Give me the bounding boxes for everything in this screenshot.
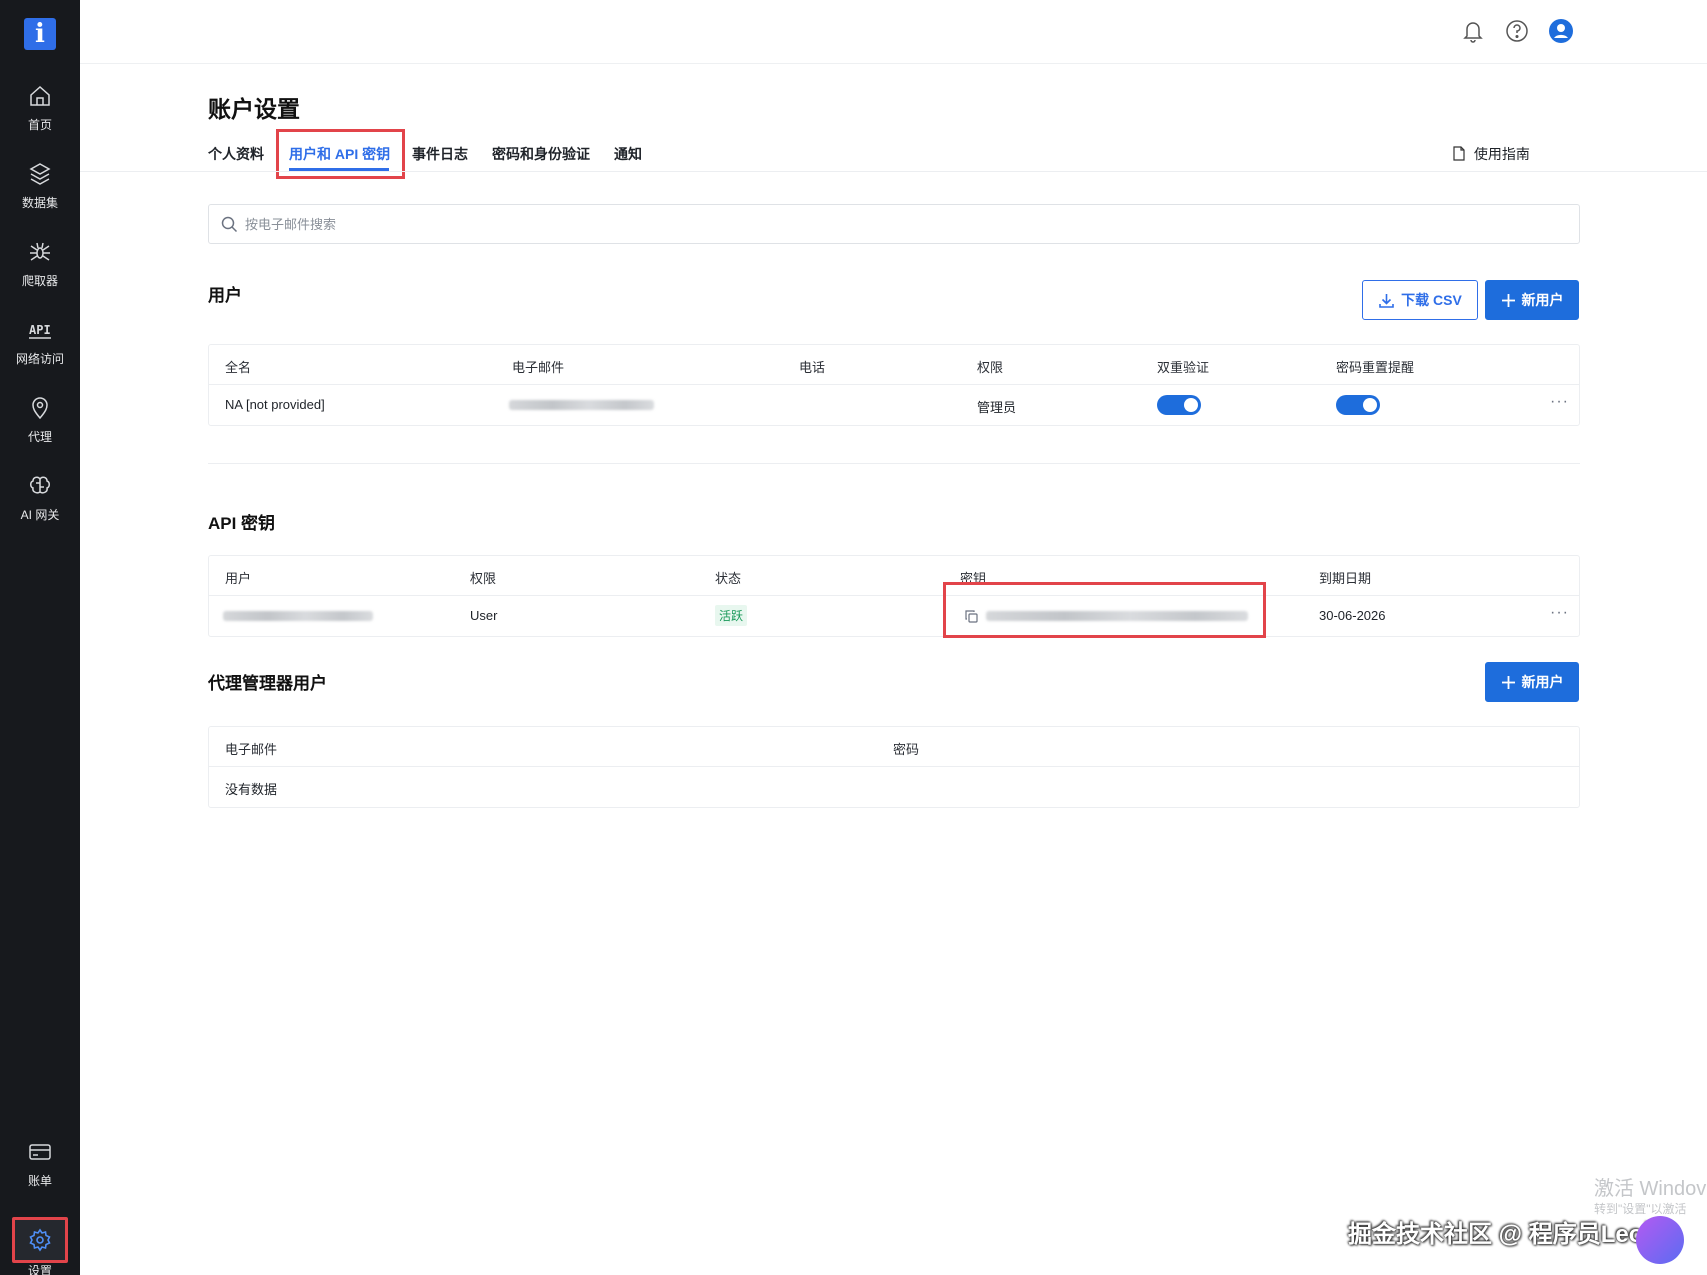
api-keys-section-title: API 密钥 bbox=[208, 514, 276, 533]
user-permission: 管理员 bbox=[977, 400, 1017, 415]
column-header: 电话 bbox=[799, 360, 826, 375]
search-icon bbox=[221, 216, 238, 233]
api-keys-table: 用户 权限 状态 密钥 到期日期 User 活跃 30-06-2026 ··· bbox=[208, 555, 1580, 637]
download-csv-label: 下载 CSV bbox=[1401, 292, 1462, 308]
proxy-users-table: 电子邮件 密码 没有数据 bbox=[208, 726, 1580, 808]
help-icon[interactable] bbox=[1504, 18, 1530, 44]
sidebar-item-home[interactable]: 首页 bbox=[0, 84, 80, 154]
two-factor-toggle[interactable] bbox=[1157, 395, 1201, 415]
column-header: 电子邮件 bbox=[225, 742, 278, 757]
sidebar-item-label: 爬取器 bbox=[21, 274, 58, 288]
tab-users-api-keys[interactable]: 用户和 API 密钥 bbox=[289, 144, 390, 164]
new-user-label: 新用户 bbox=[1521, 674, 1564, 690]
plus-icon bbox=[1501, 293, 1515, 307]
sidebar-item-label: 网络访问 bbox=[15, 352, 64, 366]
download-icon bbox=[1379, 293, 1394, 308]
guide-label: 使用指南 bbox=[1473, 146, 1530, 162]
location-pin-icon bbox=[32, 397, 48, 420]
bell-icon[interactable] bbox=[1460, 18, 1486, 44]
status-badge: 活跃 bbox=[715, 605, 748, 626]
api-icon: API bbox=[29, 323, 51, 339]
table-row: 没有数据 bbox=[209, 767, 1579, 807]
spider-icon bbox=[30, 242, 50, 261]
sidebar-item-ai-gateway[interactable]: AI 网关 bbox=[0, 474, 80, 544]
sidebar-item-label: AI 网关 bbox=[20, 508, 60, 522]
new-proxy-user-button[interactable]: 新用户 bbox=[1485, 662, 1579, 702]
user-avatar-icon[interactable] bbox=[1548, 18, 1574, 44]
tab-password-auth[interactable]: 密码和身份验证 bbox=[492, 144, 590, 164]
chat-assistant-icon[interactable] bbox=[1636, 1216, 1684, 1264]
document-icon bbox=[1453, 146, 1465, 161]
new-user-button[interactable]: 新用户 bbox=[1485, 280, 1579, 320]
sidebar: i 首页 数据集 爬取器 API 网络访问 代理 AI 网关 账单 设置 bbox=[0, 0, 80, 1275]
proxy-users-section-title: 代理管理器用户 bbox=[208, 674, 327, 693]
column-header: 密钥 bbox=[960, 571, 987, 586]
sidebar-item-label: 数据集 bbox=[21, 196, 58, 210]
column-header: 全名 bbox=[225, 360, 252, 375]
sidebar-item-billing[interactable]: 账单 bbox=[0, 1140, 80, 1210]
column-header: 电子邮件 bbox=[512, 360, 565, 375]
table-row: User 活跃 30-06-2026 ··· bbox=[209, 596, 1579, 636]
brain-icon bbox=[30, 476, 50, 494]
tab-profile[interactable]: 个人资料 bbox=[208, 144, 264, 164]
logo-icon[interactable]: i bbox=[24, 18, 56, 50]
sidebar-item-label: 设置 bbox=[27, 1264, 52, 1275]
sidebar-item-datasets[interactable]: 数据集 bbox=[0, 162, 80, 232]
column-header: 双重验证 bbox=[1157, 360, 1210, 375]
source-credit: 掘金技术社区 @ 程序员Leo说 bbox=[1348, 1221, 1668, 1248]
credit-card-icon bbox=[29, 1144, 51, 1160]
column-header: 到期日期 bbox=[1319, 571, 1372, 586]
gear-icon bbox=[29, 1228, 51, 1252]
guide-link[interactable]: 使用指南 bbox=[1452, 144, 1530, 164]
sidebar-item-scrapers[interactable]: 爬取器 bbox=[0, 240, 80, 310]
tab-event-log[interactable]: 事件日志 bbox=[412, 144, 468, 164]
table-header-row: 电子邮件 密码 bbox=[209, 727, 1579, 767]
sidebar-item-web-access[interactable]: API 网络访问 bbox=[0, 318, 80, 388]
column-header: 用户 bbox=[225, 571, 252, 586]
sidebar-item-proxy[interactable]: 代理 bbox=[0, 396, 80, 466]
search-box bbox=[208, 204, 1580, 244]
more-actions-icon[interactable]: ··· bbox=[1550, 604, 1569, 622]
download-csv-button[interactable]: 下载 CSV bbox=[1362, 280, 1478, 320]
redacted-user bbox=[223, 611, 373, 621]
table-header-row: 用户 权限 状态 密钥 到期日期 bbox=[209, 556, 1579, 596]
more-actions-icon[interactable]: ··· bbox=[1550, 393, 1569, 411]
search-input[interactable] bbox=[245, 213, 1545, 235]
sidebar-item-settings[interactable] bbox=[12, 1217, 68, 1263]
divider bbox=[80, 171, 1707, 172]
sidebar-item-label: 首页 bbox=[27, 118, 52, 132]
empty-state-text: 没有数据 bbox=[225, 782, 278, 797]
user-full-name: NA [not provided] bbox=[225, 397, 325, 412]
column-header: 密码重置提醒 bbox=[1336, 360, 1415, 375]
column-header: 权限 bbox=[470, 571, 497, 586]
top-bar bbox=[80, 0, 1707, 64]
password-reminder-toggle[interactable] bbox=[1336, 395, 1380, 415]
api-key-expiry-date: 30-06-2026 bbox=[1319, 608, 1386, 623]
column-header: 状态 bbox=[715, 571, 742, 586]
table-header-row: 全名 电子邮件 电话 权限 双重验证 密码重置提醒 bbox=[209, 345, 1579, 385]
tab-notifications[interactable]: 通知 bbox=[614, 144, 642, 164]
table-row: NA [not provided] 管理员 ··· bbox=[209, 385, 1579, 425]
layers-icon bbox=[29, 163, 51, 185]
copy-icon[interactable] bbox=[964, 609, 979, 624]
page-title: 账户设置 bbox=[208, 96, 300, 122]
api-key-permission: User bbox=[470, 608, 498, 623]
column-header: 权限 bbox=[977, 360, 1004, 375]
section-divider bbox=[208, 463, 1580, 464]
sidebar-item-label: 账单 bbox=[27, 1174, 52, 1188]
new-user-label: 新用户 bbox=[1521, 292, 1564, 308]
home-icon bbox=[30, 85, 50, 106]
plus-icon bbox=[1501, 675, 1515, 689]
redacted-api-key bbox=[986, 611, 1248, 621]
column-header: 密码 bbox=[893, 742, 920, 757]
redacted-email bbox=[509, 400, 654, 410]
users-section-title: 用户 bbox=[208, 286, 242, 305]
sidebar-item-label: 代理 bbox=[27, 430, 52, 444]
users-table: 全名 电子邮件 电话 权限 双重验证 密码重置提醒 NA [not provid… bbox=[208, 344, 1580, 426]
svg-text:API: API bbox=[29, 323, 51, 337]
windows-activation-title: 激活 Windov bbox=[1594, 1178, 1707, 1200]
